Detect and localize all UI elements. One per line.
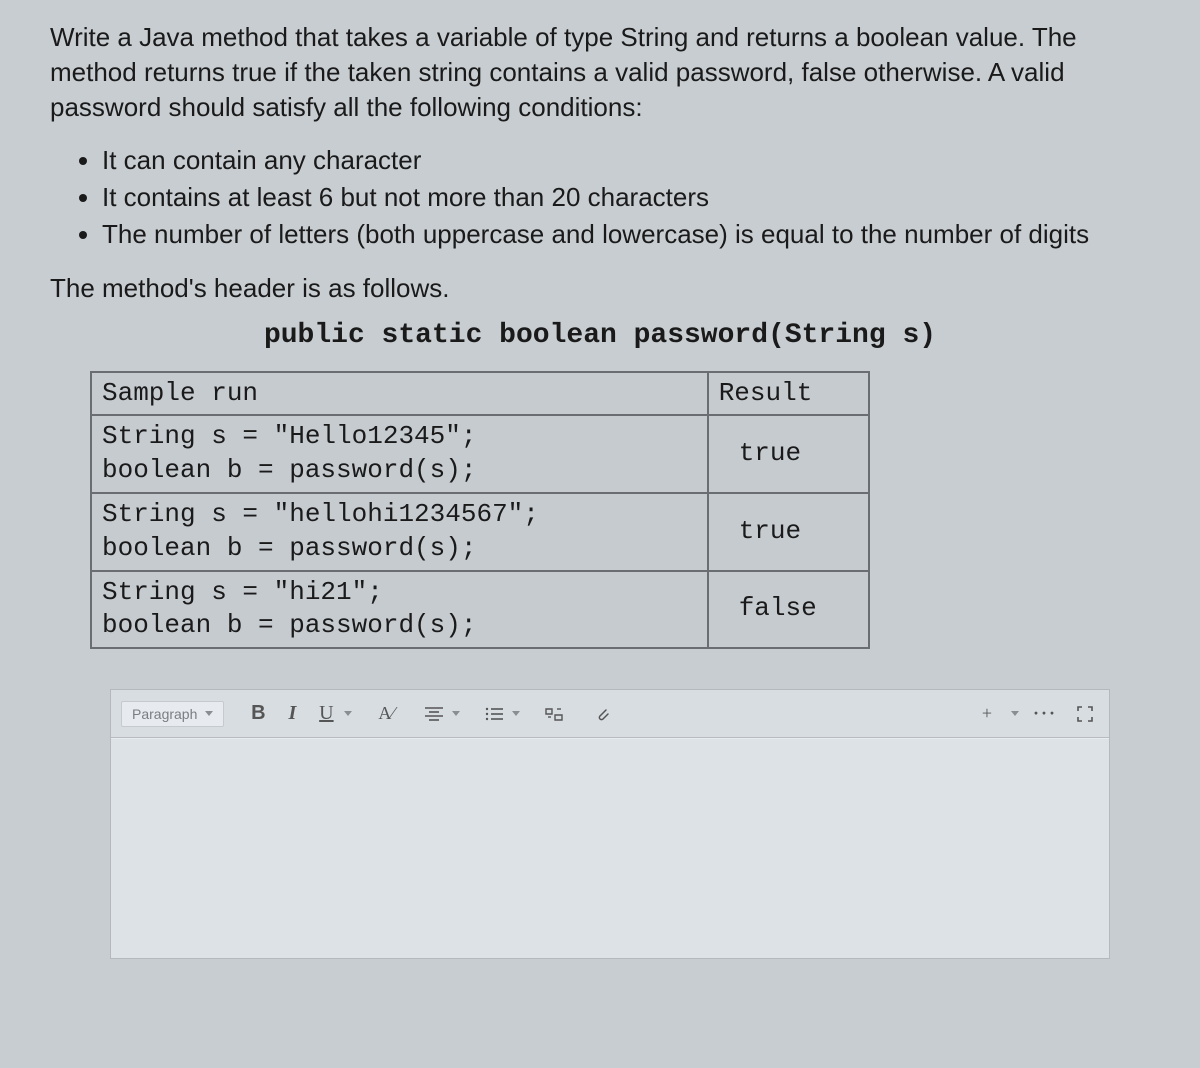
question-intro: Write a Java method that takes a variabl… xyxy=(50,20,1150,125)
paragraph-label: Paragraph xyxy=(132,706,197,722)
condition-item: It can contain any character xyxy=(102,143,1150,178)
insert-button[interactable]: + xyxy=(973,700,1001,728)
align-button[interactable] xyxy=(420,700,448,728)
conditions-list: It can contain any character It contains… xyxy=(50,143,1150,252)
table-row: String s = "Hello12345"; boolean b = pas… xyxy=(91,415,869,493)
underline-button[interactable]: U xyxy=(312,700,340,728)
chevron-down-icon xyxy=(205,711,213,716)
chevron-down-icon xyxy=(1011,711,1019,716)
list-button[interactable] xyxy=(480,700,508,728)
chevron-down-icon xyxy=(512,711,520,716)
rich-text-editor: Paragraph B I U A⁄ + ··· xyxy=(110,689,1110,959)
condition-item: It contains at least 6 but not more than… xyxy=(102,180,1150,215)
italic-button[interactable]: I xyxy=(278,700,306,728)
table-row: String s = "hellohi1234567"; boolean b =… xyxy=(91,493,869,571)
sample-table: Sample run Result String s = "Hello12345… xyxy=(90,371,870,650)
editor-textarea[interactable] xyxy=(111,738,1109,958)
table-header-sample: Sample run xyxy=(91,372,708,416)
result-cell: false xyxy=(708,571,869,649)
fullscreen-button[interactable] xyxy=(1071,700,1099,728)
table-row: String s = "hi21"; boolean b = password(… xyxy=(91,571,869,649)
chevron-down-icon xyxy=(452,711,460,716)
table-header-result: Result xyxy=(708,372,869,416)
attach-button[interactable] xyxy=(588,700,616,728)
font-style-button[interactable]: A⁄ xyxy=(372,700,400,728)
sample-cell: String s = "Hello12345"; boolean b = pas… xyxy=(91,415,708,493)
editor-toolbar: Paragraph B I U A⁄ + ··· xyxy=(111,690,1109,738)
sample-cell: String s = "hellohi1234567"; boolean b =… xyxy=(91,493,708,571)
media-button[interactable] xyxy=(540,700,568,728)
method-header-intro: The method's header is as follows. xyxy=(50,273,1150,304)
result-cell: true xyxy=(708,493,869,571)
condition-item: The number of letters (both uppercase an… xyxy=(102,217,1150,252)
paragraph-dropdown[interactable]: Paragraph xyxy=(121,701,224,727)
result-cell: true xyxy=(708,415,869,493)
chevron-down-icon xyxy=(344,711,352,716)
sample-cell: String s = "hi21"; boolean b = password(… xyxy=(91,571,708,649)
bold-button[interactable]: B xyxy=(244,700,272,728)
code-header: public static boolean password(String s) xyxy=(50,320,1150,351)
more-button[interactable]: ··· xyxy=(1031,700,1059,728)
